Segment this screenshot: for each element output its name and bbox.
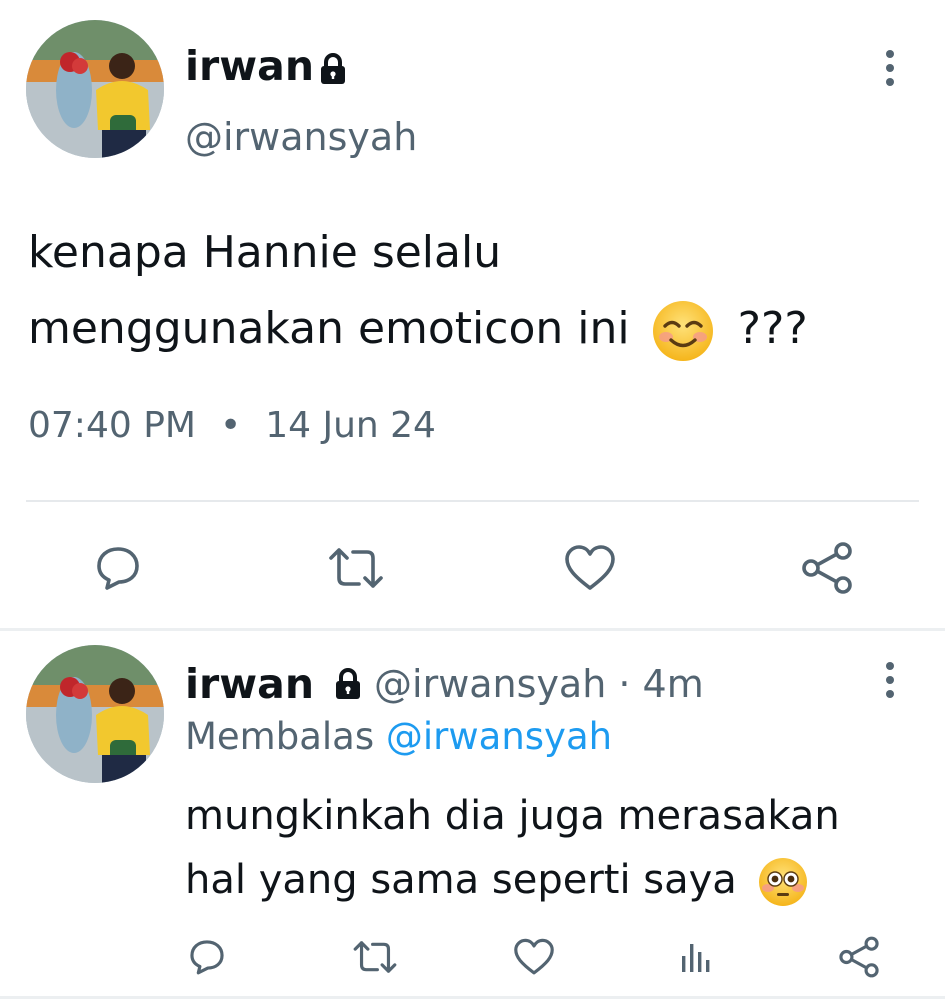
reply-button[interactable]	[92, 542, 144, 594]
tweet-timestamp[interactable]: 07:40 PM • 14 Jun 24	[28, 408, 436, 444]
reply-text-line: hal yang sama seperti saya	[185, 848, 925, 912]
divider	[26, 500, 919, 502]
share-icon	[802, 542, 852, 594]
display-name[interactable]: irwan	[185, 660, 314, 708]
reply-text-line: mungkinkah dia juga merasakan	[185, 793, 840, 839]
reply-icon	[97, 547, 139, 590]
smiling-emoji	[652, 301, 713, 361]
mention-link[interactable]: @irwansyah	[386, 715, 612, 758]
tweet-text-segment: ???	[737, 303, 808, 354]
tweet-text-line: menggunakan emoticon ini ???	[28, 291, 928, 367]
analytics-icon	[682, 944, 710, 972]
like-button[interactable]	[562, 542, 618, 594]
retweet-button[interactable]	[352, 936, 398, 978]
more-icon[interactable]	[882, 660, 898, 700]
avatar[interactable]	[26, 645, 164, 783]
lock-icon	[321, 53, 345, 84]
retweet-button[interactable]	[328, 542, 384, 594]
share-icon	[839, 936, 879, 978]
share-button[interactable]	[798, 540, 856, 596]
reply-icon	[190, 940, 224, 975]
section-divider	[0, 628, 945, 631]
tweet-text: kenapa Hannie selalu menggunakan emotico…	[28, 215, 928, 367]
analytics-button[interactable]	[676, 936, 716, 978]
tweet-time: 07:40 PM	[28, 405, 196, 446]
like-icon	[565, 545, 615, 590]
user-handle-time[interactable]: @irwansyah · 4m	[374, 662, 704, 706]
tweet-text-line: kenapa Hannie selalu	[28, 227, 502, 278]
like-button[interactable]	[512, 936, 556, 978]
user-handle[interactable]: @irwansyah	[185, 118, 417, 156]
tweet-text-segment: menggunakan emoticon ini	[28, 303, 630, 354]
more-icon[interactable]	[882, 48, 898, 88]
tweet-date: 14 Jun 24	[265, 405, 436, 446]
reply-text: mungkinkah dia juga merasakan hal yang s…	[185, 784, 925, 912]
avatar[interactable]	[26, 20, 164, 158]
reply-button[interactable]	[186, 936, 228, 978]
section-divider	[0, 996, 945, 999]
reply-header: irwan @irwansyah · 4m	[185, 660, 704, 708]
reply-text-segment: hal yang sama seperti saya	[185, 857, 737, 903]
replying-to: Membalas @irwansyah	[185, 715, 612, 758]
like-icon	[514, 938, 554, 975]
retweet-icon	[353, 941, 397, 973]
display-name[interactable]: irwan	[185, 46, 314, 87]
lock-icon	[336, 668, 361, 699]
retweet-icon	[329, 548, 383, 588]
replying-label: Membalas	[185, 715, 375, 758]
share-button[interactable]	[836, 934, 882, 980]
flushed-emoji	[758, 858, 807, 906]
meta-separator: •	[219, 405, 242, 446]
